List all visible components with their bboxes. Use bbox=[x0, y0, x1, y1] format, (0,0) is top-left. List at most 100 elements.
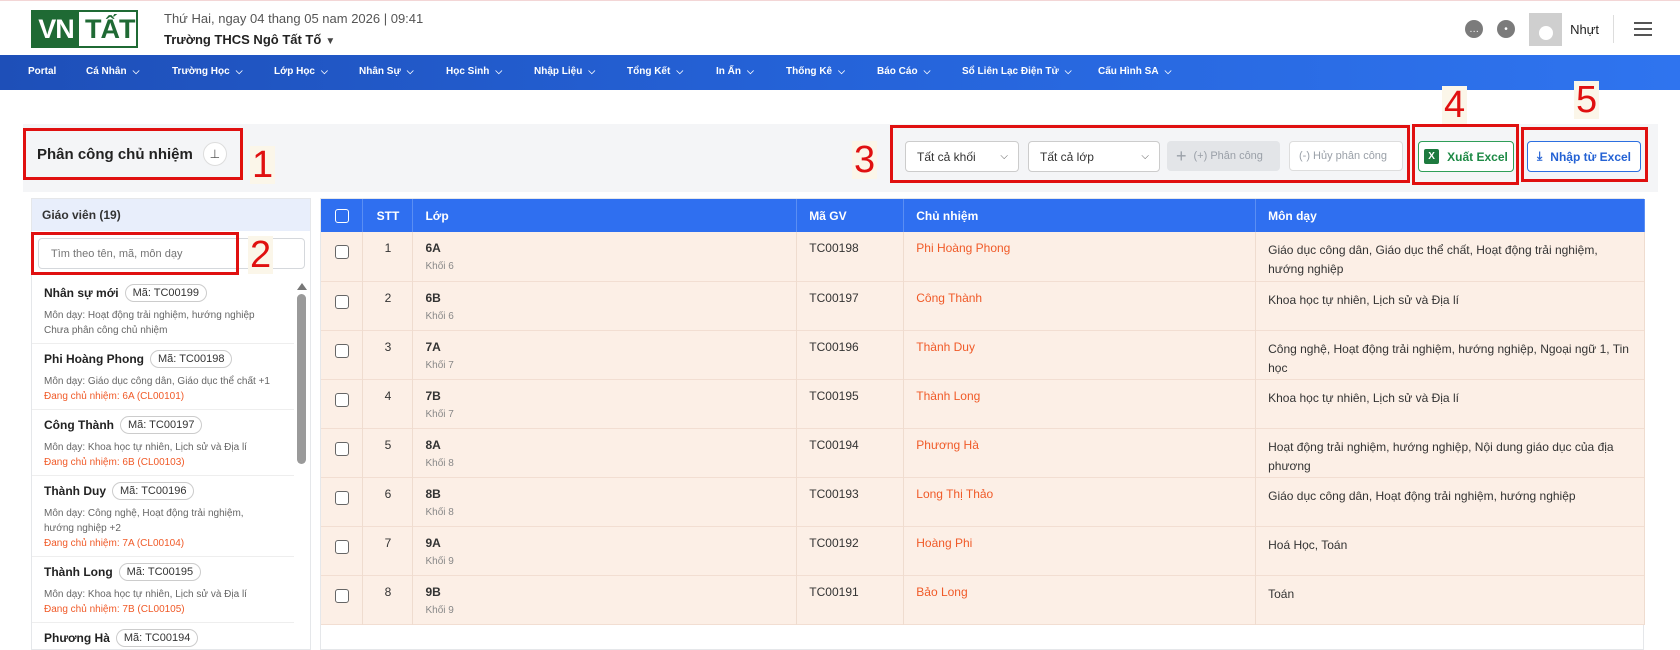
row-checkbox[interactable] bbox=[334, 392, 349, 407]
list-item[interactable]: Phi Hoàng Phong Mã: TC00198 Môn dạy: Giáo… bbox=[32, 344, 294, 410]
chevron-down-icon: ⌵ bbox=[923, 66, 931, 76]
table-row[interactable]: 7 9A Khối 9 TC00192 Hoàng Phi Hoá Học, To… bbox=[321, 526, 1645, 575]
nav-cau-hinh-sa[interactable]: Cấu Hình SA ⌵ bbox=[1098, 66, 1171, 77]
table-row[interactable]: 1 6A Khối 6 TC00198 Phi Hoàng Phong Giáo … bbox=[321, 232, 1645, 281]
row-grade: Khối 8 bbox=[425, 457, 454, 469]
list-item[interactable]: Nhân sự mới Mã: TC00199 Môn dạy: Hoạt độn… bbox=[32, 278, 294, 344]
row-homeroom-teacher[interactable]: Công Thành bbox=[903, 281, 1257, 330]
teacher-code-badge: Mã: TC00194 bbox=[115, 629, 199, 647]
nav-ca-nhan[interactable]: Cá Nhân ⌵ bbox=[86, 66, 139, 77]
row-stt: 3 bbox=[362, 330, 414, 379]
nav-thong-ke[interactable]: Thống Kê ⌵ bbox=[786, 66, 845, 77]
row-homeroom-teacher[interactable]: Bảo Long bbox=[903, 575, 1257, 624]
row-subjects: Hoá Học, Toán bbox=[1255, 526, 1645, 575]
row-subjects: Giáo dục công dân, Giáo dục thể chất, Ho… bbox=[1255, 232, 1645, 281]
row-stt: 6 bbox=[362, 477, 414, 526]
row-homeroom-teacher[interactable]: Thành Duy bbox=[903, 330, 1257, 379]
nav-nhan-su[interactable]: Nhân Sự ⌵ bbox=[359, 66, 414, 77]
row-checkbox[interactable] bbox=[334, 245, 349, 259]
teacher-name: Thành Long bbox=[44, 565, 113, 579]
row-checkbox[interactable] bbox=[334, 490, 349, 505]
nav-bao-cao[interactable]: Báo Cáo ⌵ bbox=[877, 66, 930, 77]
row-grade: Khối 7 bbox=[425, 408, 454, 420]
teacher-status: Đang chủ nhiệm: 7B (CL00105) bbox=[44, 604, 185, 615]
username[interactable]: Nhựt bbox=[1570, 22, 1599, 37]
nav-truong-hoc[interactable]: Trường Học ⌵ bbox=[172, 66, 243, 77]
teacher-list: Nhân sự mới Mã: TC00199 Môn dạy: Hoạt độn… bbox=[32, 278, 294, 650]
list-item[interactable]: Phương Hà Mã: TC00194 bbox=[32, 623, 294, 650]
table-header-row: STT Lớp Mã GV Chủ nhiệm Môn dạy bbox=[321, 199, 1645, 232]
row-class: 7B bbox=[425, 388, 441, 403]
row-homeroom-teacher[interactable]: Phương Hà bbox=[903, 428, 1257, 477]
marker-1: 1 bbox=[250, 144, 276, 186]
row-checkbox[interactable] bbox=[334, 441, 349, 456]
table-row[interactable]: 3 7A Khối 7 TC00196 Thành Duy Công nghệ, … bbox=[321, 330, 1645, 379]
nav-nhap-lieu[interactable]: Nhập Liệu ⌵ bbox=[534, 66, 595, 77]
list-item[interactable]: Thành Duy Mã: TC00196 Môn dạy: Công nghệ,… bbox=[32, 476, 294, 557]
teacher-list-scrollbar[interactable] bbox=[296, 283, 307, 483]
row-teacher-code: TC00197 bbox=[796, 281, 905, 330]
row-grade: Khối 6 bbox=[425, 310, 454, 322]
school-name: Trường THCS Ngô Tất Tố bbox=[164, 32, 322, 47]
row-grade: Khối 7 bbox=[425, 359, 454, 371]
select-all-cell[interactable] bbox=[321, 199, 364, 232]
teacher-name: Thành Duy bbox=[44, 484, 106, 498]
row-checkbox[interactable] bbox=[334, 539, 349, 554]
teacher-status: Chưa phân công chủ nhiệm bbox=[44, 325, 168, 336]
row-teacher-code: TC00194 bbox=[796, 428, 905, 477]
row-stt: 2 bbox=[362, 281, 414, 330]
row-homeroom-teacher[interactable]: Long Thị Thảo bbox=[903, 477, 1257, 526]
title-highlight: Phân công chủ nhiệm ⊥ bbox=[23, 128, 243, 180]
unassign-button[interactable]: (-) Hủy phân công bbox=[1289, 141, 1403, 171]
class-select[interactable]: Tất cả lớp ⌵ bbox=[1028, 141, 1160, 172]
main-nav: Portal Cá Nhân ⌵ Trường Học ⌵ Lớp Học ⌵ Nhâ… bbox=[0, 55, 1680, 90]
assign-button[interactable]: + (+) Phân công bbox=[1167, 141, 1280, 171]
col-teacher-code: Mã GV bbox=[796, 199, 905, 232]
avatar[interactable] bbox=[1529, 12, 1563, 46]
table-row[interactable]: 8 9B Khối 9 TC00191 Bảo Long Toán bbox=[321, 575, 1645, 624]
plus-icon: + bbox=[1176, 145, 1187, 166]
row-stt: 8 bbox=[362, 575, 414, 624]
export-excel-button[interactable]: X Xuất Excel bbox=[1418, 141, 1514, 172]
col-class: Lớp bbox=[412, 199, 798, 232]
school-selector[interactable]: Trường THCS Ngô Tất Tố ▼ bbox=[164, 32, 335, 47]
row-homeroom-teacher[interactable]: Hoàng Phi bbox=[903, 526, 1257, 575]
row-checkbox[interactable] bbox=[334, 343, 349, 358]
nav-hoc-sinh[interactable]: Học Sinh ⌵ bbox=[446, 66, 502, 77]
row-homeroom-teacher[interactable]: Phi Hoàng Phong bbox=[903, 232, 1257, 281]
table-row[interactable]: 6 8B Khối 8 TC00193 Long Thị Thảo Giáo dụ… bbox=[321, 477, 1645, 526]
pin-icon[interactable]: ⊥ bbox=[202, 142, 227, 166]
table-row[interactable]: 5 8A Khối 8 TC00194 Phương Hà Hoạt động t… bbox=[321, 428, 1645, 477]
row-grade: Khối 9 bbox=[425, 555, 454, 567]
teacher-subjects: Môn dạy: Hoạt động trải nghiệm, hướng ng… bbox=[44, 310, 255, 321]
nav-in-an[interactable]: In Ấn ⌵ bbox=[716, 66, 754, 77]
row-checkbox[interactable] bbox=[334, 588, 349, 603]
row-homeroom-teacher[interactable]: Thành Long bbox=[903, 379, 1257, 428]
nav-tong-ket[interactable]: Tổng Kết ⌵ bbox=[627, 66, 683, 77]
list-item[interactable]: Công Thành Mã: TC00197 Môn dạy: Khoa học … bbox=[32, 410, 294, 476]
row-class: 6A bbox=[425, 241, 441, 255]
bell-icon[interactable]: • bbox=[1497, 20, 1516, 38]
row-checkbox[interactable] bbox=[334, 294, 349, 309]
menu-icon[interactable] bbox=[1634, 22, 1652, 36]
chat-icon[interactable]: … bbox=[1465, 20, 1484, 38]
chevron-down-icon: ⌵ bbox=[1141, 151, 1149, 162]
table-row[interactable]: 4 7B Khối 7 TC00195 Thành Long Khoa học t… bbox=[321, 379, 1645, 428]
app-logo[interactable]: VN TẤT bbox=[31, 10, 138, 48]
nav-so-lien-lac[interactable]: Sổ Liên Lạc Điện Tử ⌵ bbox=[962, 66, 1072, 77]
nav-portal[interactable]: Portal bbox=[28, 66, 56, 77]
nav-lop-hoc[interactable]: Lớp Học ⌵ bbox=[274, 66, 328, 77]
import-excel-button[interactable]: ⤓ Nhập từ Excel bbox=[1527, 141, 1641, 172]
grade-select[interactable]: Tất cả khối ⌵ bbox=[905, 141, 1019, 172]
table-row[interactable]: 2 6B Khối 6 TC00197 Công Thành Khoa học t… bbox=[321, 281, 1645, 330]
chevron-down-icon: ⌵ bbox=[1064, 66, 1072, 76]
scroll-up-icon bbox=[296, 283, 307, 290]
list-item[interactable]: Thành Long Mã: TC00195 Môn dạy: Khoa học … bbox=[32, 557, 294, 623]
col-subjects: Môn dạy bbox=[1255, 199, 1645, 232]
teacher-name: Nhân sự mới bbox=[44, 286, 119, 300]
row-teacher-code: TC00196 bbox=[796, 330, 905, 379]
row-class: 9A bbox=[425, 535, 441, 550]
select-all-checkbox[interactable] bbox=[334, 208, 349, 223]
row-class: 8B bbox=[425, 486, 441, 501]
header-datetime: Thứ Hai, ngay 04 thang 05 nam 2026 | 09:… bbox=[164, 11, 424, 26]
